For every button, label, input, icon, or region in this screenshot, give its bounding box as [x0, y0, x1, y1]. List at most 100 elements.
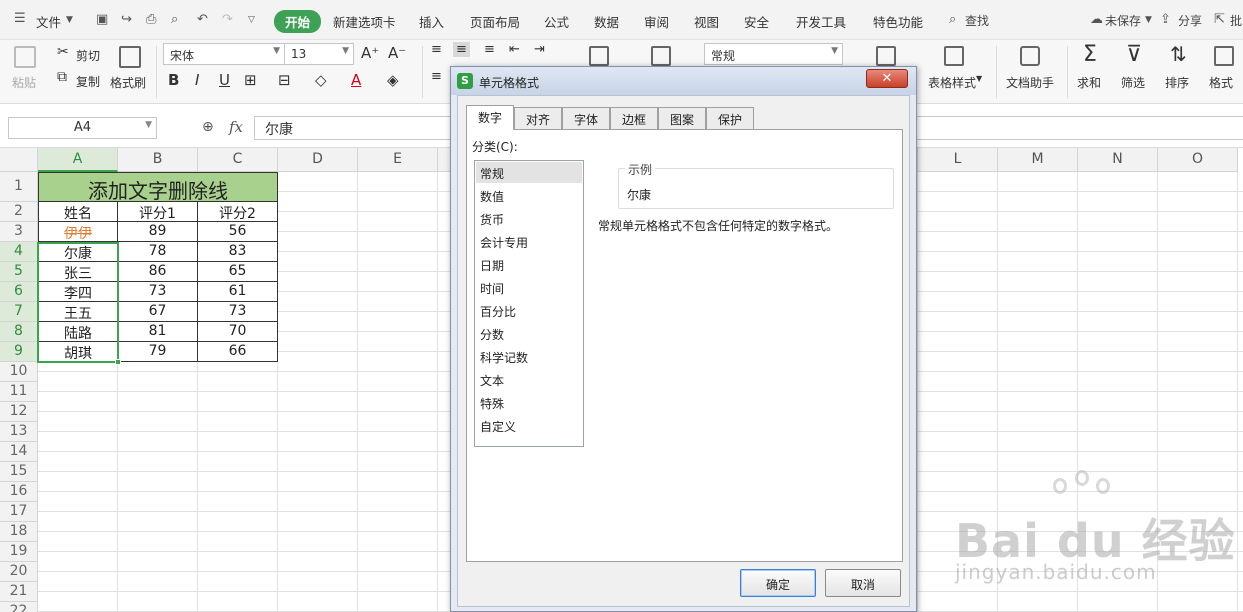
category-item[interactable]: 文本 [476, 369, 582, 390]
category-item[interactable]: 常规 [476, 162, 582, 183]
row-header[interactable]: 4 [0, 242, 38, 262]
undo-icon[interactable]: ↶ [197, 12, 208, 27]
clear-format-icon[interactable]: ◈ [387, 71, 399, 89]
tab-alignment[interactable]: 对齐 [514, 107, 562, 129]
table-cell[interactable]: 姓名 [38, 202, 118, 222]
sort-icon[interactable]: ⇅ [1170, 42, 1187, 66]
row-header[interactable]: 19 [0, 542, 38, 562]
row-header[interactable]: 20 [0, 562, 38, 582]
category-item[interactable]: 数值 [476, 185, 582, 206]
format-button[interactable]: 格式 [1209, 74, 1233, 91]
table-cell[interactable]: 78 [118, 242, 198, 262]
tab-home[interactable]: 开始 [274, 10, 322, 33]
font-size-select[interactable]: 13 ▼ [284, 43, 354, 65]
table-style-button[interactable]: 表格样式 [928, 74, 976, 91]
copy-button[interactable]: 复制 [76, 73, 100, 90]
table-cell[interactable]: 89 [118, 222, 198, 242]
print-icon[interactable]: ⎙ [146, 12, 156, 27]
filter-button[interactable]: 筛选 [1121, 74, 1145, 91]
table-cell[interactable]: 56 [198, 222, 278, 242]
merged-title-cell[interactable]: 添加文字删除线 [38, 172, 278, 203]
table-cell[interactable]: 79 [118, 342, 198, 362]
underline-icon[interactable]: U [219, 71, 230, 89]
tab-pattern[interactable]: 图案 [658, 107, 706, 129]
row-header[interactable]: 13 [0, 422, 38, 442]
tab-page-layout[interactable]: 页面布局 [470, 12, 520, 31]
table-cell[interactable]: 73 [118, 282, 198, 302]
tab-review[interactable]: 审阅 [644, 12, 669, 31]
wrap-text-icon[interactable] [651, 46, 671, 66]
copy-icon[interactable]: ⧉ [57, 69, 67, 85]
table-cell[interactable]: 83 [198, 242, 278, 262]
file-menu[interactable]: 文件 [36, 12, 61, 31]
row-header[interactable]: 9 [0, 342, 38, 362]
column-header[interactable]: B [118, 148, 198, 172]
row-header[interactable]: 11 [0, 382, 38, 402]
column-header[interactable]: D [278, 148, 358, 172]
batch-icon[interactable]: ⇱ [1214, 12, 1225, 27]
doc-assistant-icon[interactable] [1020, 46, 1040, 66]
table-cell[interactable]: 73 [198, 302, 278, 322]
column-header[interactable]: M [998, 148, 1078, 172]
row-header[interactable]: 14 [0, 442, 38, 462]
fx-button[interactable]: fx [229, 118, 243, 136]
table-style-icon[interactable] [944, 46, 964, 66]
zoom-lookup-icon[interactable]: ⊕ [202, 119, 214, 135]
table-cell[interactable]: 81 [118, 322, 198, 342]
table-cell[interactable]: 70 [198, 322, 278, 342]
customize-chevron-icon[interactable]: ▽ [248, 15, 255, 25]
sort-button[interactable]: 排序 [1165, 74, 1189, 91]
format-painter-button[interactable]: 格式刷 [110, 74, 146, 91]
doc-assistant-button[interactable]: 文档助手 [1006, 74, 1054, 91]
font-name-select[interactable]: 宋体 ▼ [163, 43, 285, 65]
row-header[interactable]: 8 [0, 322, 38, 342]
column-header[interactable]: E [358, 148, 438, 172]
chevron-down-icon[interactable]: ▼ [66, 15, 73, 25]
row-header[interactable]: 12 [0, 402, 38, 422]
row-header[interactable]: 1 [0, 172, 38, 202]
tab-new-tab[interactable]: 新建选项卡 [333, 12, 396, 31]
row-header[interactable]: 15 [0, 462, 38, 482]
indent-decrease-icon[interactable]: ⇤ [509, 42, 520, 57]
hamburger-icon[interactable]: ☰ [14, 11, 26, 26]
column-header[interactable]: N [1078, 148, 1158, 172]
paste-button[interactable]: 粘贴 [12, 74, 36, 91]
row-header[interactable]: 5 [0, 262, 38, 282]
tab-developer[interactable]: 开发工具 [796, 12, 846, 31]
close-button[interactable]: ✕ [866, 69, 908, 88]
format-painter-icon[interactable] [119, 46, 141, 68]
table-cell[interactable]: 评分2 [198, 202, 278, 222]
select-all-corner[interactable] [0, 148, 38, 172]
border-icon[interactable]: ⊞ [244, 71, 257, 89]
category-item[interactable]: 日期 [476, 254, 582, 275]
category-item[interactable]: 分数 [476, 323, 582, 344]
redo-icon[interactable]: ↷ [222, 12, 233, 27]
column-header[interactable]: L [918, 148, 998, 172]
table-style-chevron-icon[interactable]: ▼ [976, 74, 982, 83]
tab-data[interactable]: 数据 [594, 12, 619, 31]
column-header[interactable]: C [198, 148, 278, 172]
name-box[interactable]: A4 ▼ [8, 117, 157, 139]
batch-button[interactable]: 批 [1230, 12, 1242, 29]
row-header[interactable]: 7 [0, 302, 38, 322]
dialog-titlebar[interactable]: S 单元格格式 ✕ [451, 67, 916, 95]
cut-button[interactable]: 剪切 [76, 47, 100, 64]
row-header[interactable]: 21 [0, 582, 38, 602]
search-icon[interactable]: ⌕ [949, 12, 956, 27]
align-middle-icon[interactable]: ≡ [453, 42, 470, 57]
column-header[interactable]: A [38, 148, 118, 172]
row-header[interactable]: 10 [0, 362, 38, 382]
share-button[interactable]: 分享 [1178, 12, 1202, 29]
paste-icon[interactable] [14, 46, 36, 68]
increase-font-icon[interactable]: A⁺ [361, 44, 379, 62]
fill-handle[interactable] [115, 359, 121, 365]
row-header[interactable]: 22 [0, 602, 38, 612]
italic-icon[interactable]: I [195, 71, 199, 89]
table-cell[interactable]: 67 [118, 302, 198, 322]
share-icon[interactable]: ⇪ [1160, 12, 1171, 27]
align-bottom-icon[interactable]: ≡ [484, 42, 495, 57]
table-cell[interactable]: 65 [198, 262, 278, 282]
table-cell[interactable]: 伊伊 [38, 222, 118, 242]
tab-formulas[interactable]: 公式 [544, 12, 569, 31]
category-item[interactable]: 科学记数 [476, 346, 582, 367]
